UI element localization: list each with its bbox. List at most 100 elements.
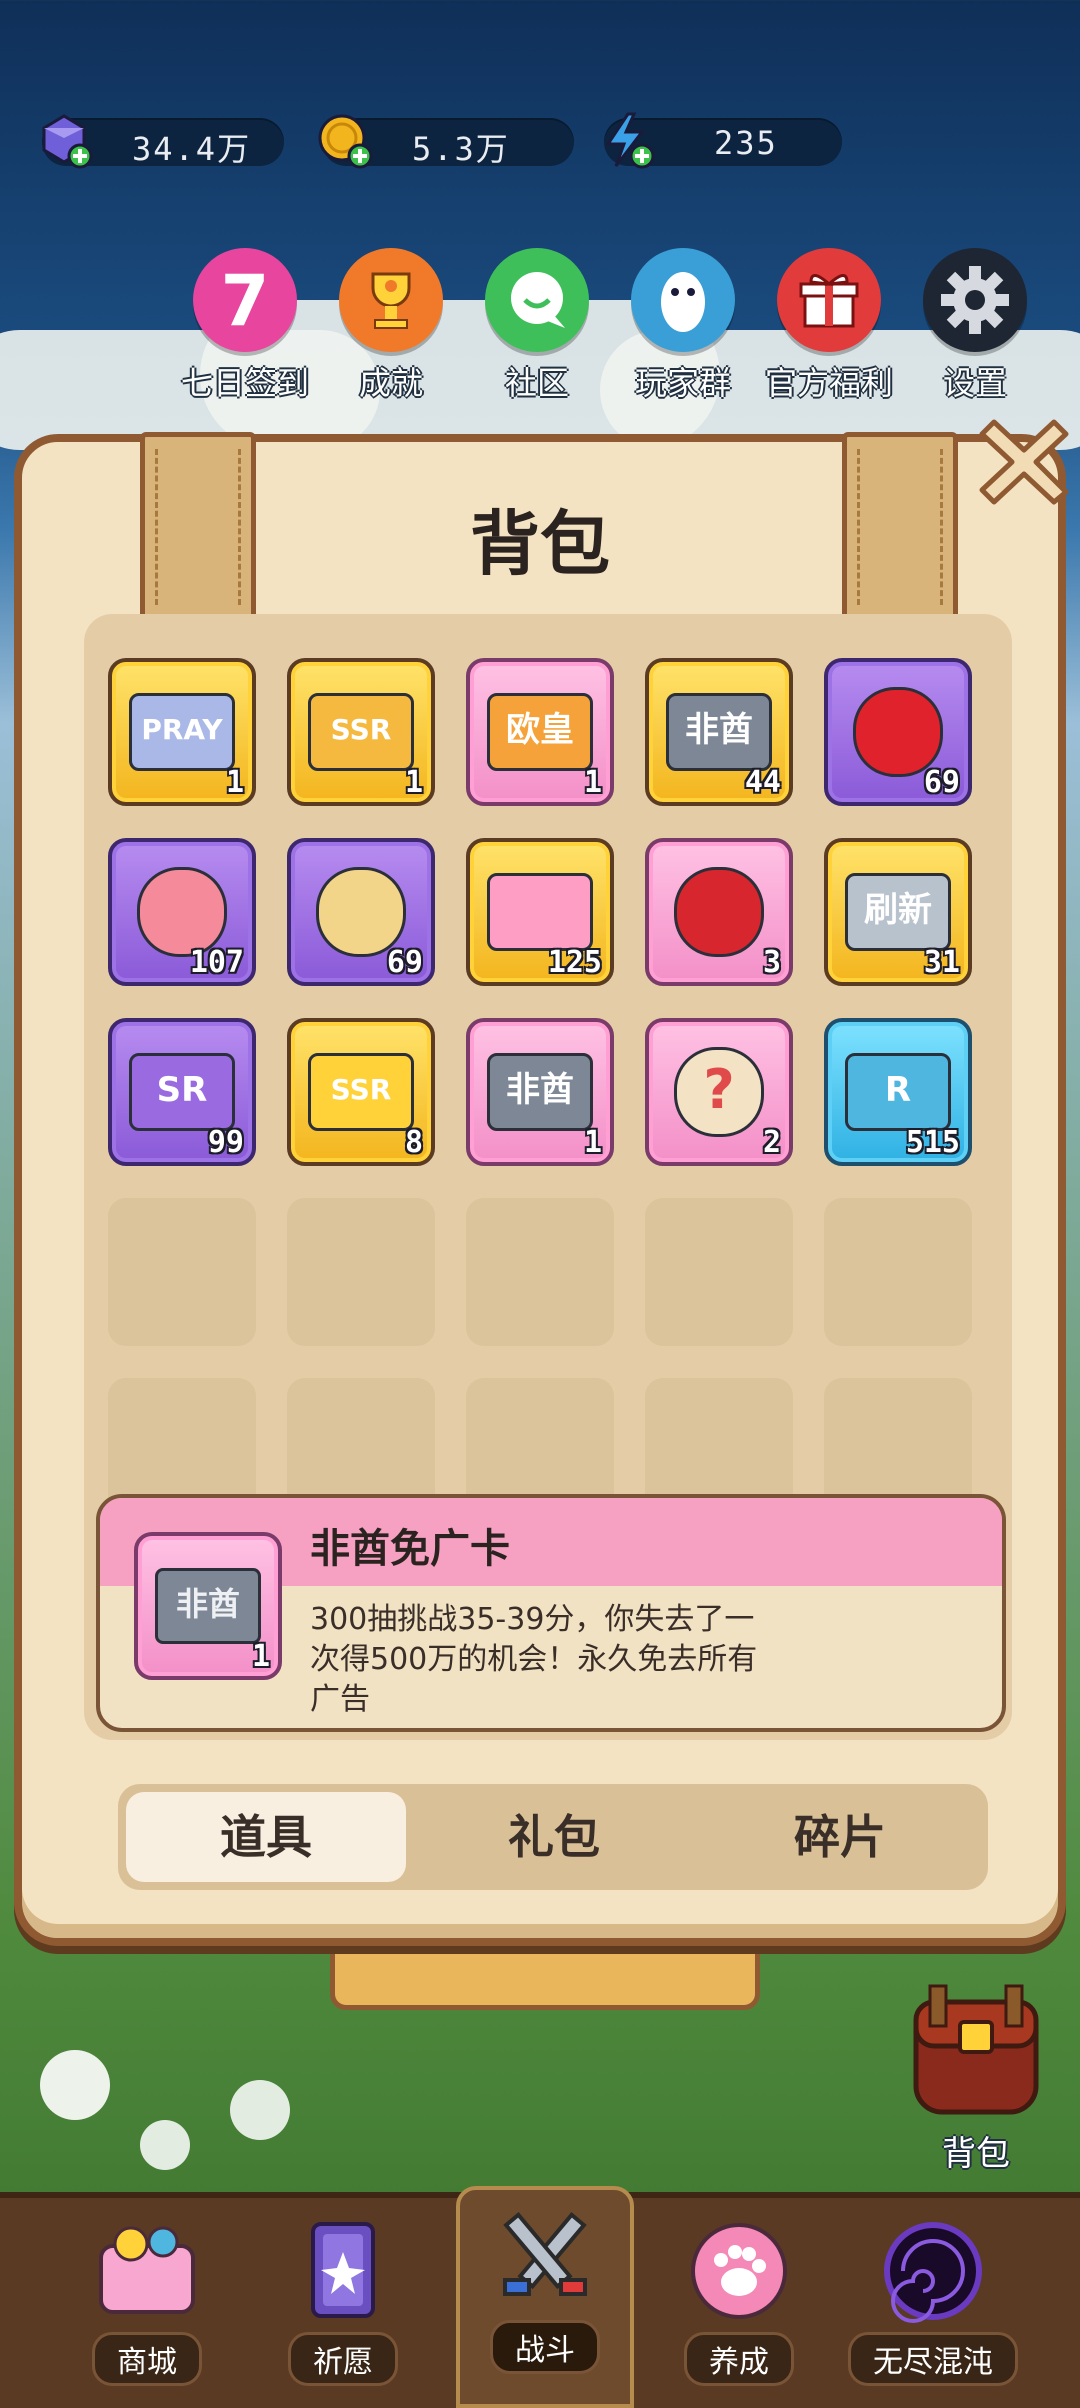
feiqiu-card-icon: 非酋	[152, 1550, 264, 1662]
achievement-button[interactable]: 成就	[326, 248, 456, 404]
empty-slot	[824, 1198, 972, 1346]
flower-decoration	[40, 2050, 110, 2120]
shop-icon	[87, 2216, 207, 2326]
ssr-puzzle-icon: SSR	[305, 1036, 417, 1148]
lightning-plus-icon	[605, 112, 655, 169]
gem-value: 34.4万	[132, 130, 252, 168]
tab-items[interactable]: 道具	[126, 1792, 406, 1882]
side-bag-label: 背包	[942, 2134, 1010, 2174]
chat-icon	[485, 248, 589, 352]
energy-value: 235	[714, 124, 778, 162]
nav-battle[interactable]: 战斗	[456, 2186, 634, 2408]
nav-shop[interactable]: 商城	[62, 2202, 232, 2386]
item-slot-ssr-fragment[interactable]: SSR 8	[287, 1018, 435, 1166]
coin-counter[interactable]: 5.3万	[318, 114, 574, 169]
nav-endless-chaos-label: 无尽混沌	[848, 2332, 1018, 2386]
ouhuang-card-icon: 欧皇	[484, 676, 596, 788]
pray-ticket-art: PRAY	[129, 693, 235, 771]
item-slot-ouhuang-card[interactable]: 欧皇 1	[466, 658, 614, 806]
nav-endless-chaos[interactable]: 无尽混沌	[848, 2202, 1018, 2386]
feiqiu-card-icon: 非酋	[484, 1036, 596, 1148]
nav-cultivate-label: 养成	[684, 2332, 794, 2386]
item-count: 1	[583, 765, 602, 800]
bottom-nav: 商城 祈愿 战斗 养成 无尽混沌	[0, 2186, 1080, 2408]
feiqiu-card-art: 非酋	[487, 1053, 593, 1131]
refresh-card-art: 刷新	[845, 873, 951, 951]
sr-fragment-art: SR	[129, 1053, 235, 1131]
community-button[interactable]: 社区	[472, 248, 602, 404]
empty-slot	[108, 1198, 256, 1346]
tab-fragments[interactable]: 碎片	[700, 1792, 980, 1882]
item-count: 99	[207, 1125, 244, 1160]
nav-wish[interactable]: 祈愿	[258, 2202, 428, 2386]
coin-plus-icon	[318, 114, 373, 169]
item-count: 2	[762, 1125, 781, 1160]
item-slot-pray-ticket[interactable]: PRAY 1	[108, 658, 256, 806]
nav-shop-label: 商城	[92, 2332, 202, 2386]
item-count: 69	[923, 765, 960, 800]
item-count: 1	[225, 765, 244, 800]
item-slot-r-fragment[interactable]: R 515	[824, 1018, 972, 1166]
vortex-icon	[873, 2216, 993, 2326]
qq-icon	[631, 248, 735, 352]
tab-gift-packs[interactable]: 礼包	[414, 1792, 694, 1882]
signin-button[interactable]: 7 七日签到	[180, 248, 310, 404]
players-button[interactable]: 玩家群	[618, 248, 748, 404]
item-count: 125	[547, 945, 602, 980]
item-slot-ssr-ticket[interactable]: SSR 1	[287, 658, 435, 806]
welfare-label: 官方福利	[764, 364, 893, 402]
crossed-swords-icon	[485, 2204, 605, 2314]
community-label: 社区	[504, 364, 569, 402]
empty-slot	[466, 1198, 614, 1346]
ssr-ticket-art: SSR	[308, 693, 414, 771]
item-slot-pink-ticket[interactable]: 125	[466, 838, 614, 986]
item-slot-cake[interactable]: 107	[108, 838, 256, 986]
item-count: 3	[762, 945, 781, 980]
cake-art	[137, 867, 227, 957]
detail-item-count: 1	[251, 1639, 270, 1674]
item-slot-chips[interactable]: 69	[287, 838, 435, 986]
flower-decoration	[140, 2120, 190, 2170]
question-bag-icon: ?	[663, 1036, 775, 1148]
item-slot-apple[interactable]: 69	[824, 658, 972, 806]
backpack-tabs: 道具 礼包 碎片	[118, 1784, 988, 1890]
detail-item-name: 非酋免广卡	[310, 1526, 510, 1572]
item-count: 69	[386, 945, 423, 980]
gear-icon	[923, 248, 1027, 352]
backpack-icon	[913, 1984, 1039, 2115]
energy-counter[interactable]: 235	[604, 112, 842, 169]
chips-art	[316, 867, 406, 957]
gem-counter[interactable]: 34.4万	[42, 114, 284, 169]
detail-art-text: 非酋	[155, 1568, 261, 1644]
detail-item-slot: 非酋 1	[134, 1532, 282, 1680]
item-count: 1	[404, 765, 423, 800]
nav-wish-label: 祈愿	[288, 2332, 398, 2386]
detail-item-description: 300抽挑战35-39分，你失去了一次得500万的机会！永久免去所有广告	[310, 1602, 758, 1717]
item-slot-mystery-bag[interactable]: ? 2	[645, 1018, 793, 1166]
nav-cultivate[interactable]: 养成	[654, 2202, 824, 2386]
item-slot-feiqiu-shard[interactable]: 非酋 44	[645, 658, 793, 806]
side-bag-button[interactable]: 背包	[896, 1982, 1056, 2175]
gem-plus-icon	[42, 114, 93, 169]
players-label: 玩家群	[634, 364, 731, 402]
mystery-bag-art: ?	[674, 1047, 764, 1137]
item-slot-refresh-card[interactable]: 刷新 31	[824, 838, 972, 986]
ssr-fragment-art: SSR	[308, 1053, 414, 1131]
plum-flower-art	[674, 867, 764, 957]
trophy-icon	[339, 248, 443, 352]
apple-art	[853, 687, 943, 777]
welfare-button[interactable]: 官方福利	[764, 248, 894, 404]
item-count: 1	[583, 1125, 602, 1160]
empty-slot	[645, 1198, 793, 1346]
seven-icon: 7	[193, 248, 297, 352]
item-count: 515	[905, 1125, 960, 1160]
pink-ticket-art	[487, 873, 593, 951]
nav-battle-label: 战斗	[490, 2320, 600, 2374]
settings-button[interactable]: 设置	[910, 248, 1040, 404]
ssr-ticket-icon: SSR	[305, 676, 417, 788]
item-slot-plum-flower[interactable]: 3	[645, 838, 793, 986]
item-slot-feiqiu-card[interactable]: 非酋 1	[466, 1018, 614, 1166]
gift-icon	[777, 248, 881, 352]
item-count: 107	[189, 945, 244, 980]
item-slot-sr-fragment[interactable]: SR 99	[108, 1018, 256, 1166]
